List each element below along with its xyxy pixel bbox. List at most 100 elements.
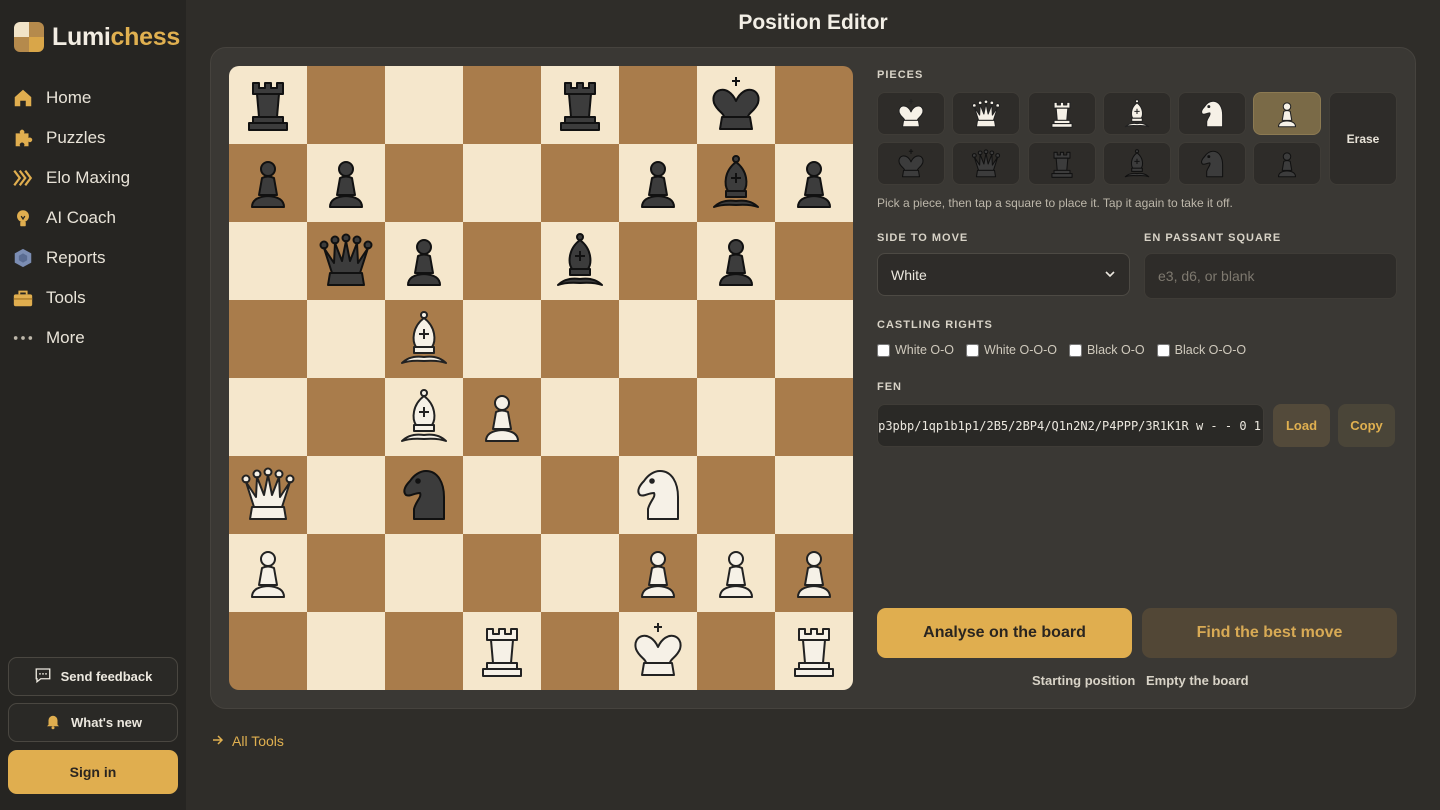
palette-black-pawn-button[interactable] [1253, 142, 1321, 185]
square-e8[interactable] [541, 66, 619, 144]
sidebar-item-tools[interactable]: Tools [0, 278, 186, 318]
palette-white-queen-button[interactable] [952, 92, 1020, 135]
square-f8[interactable] [619, 66, 697, 144]
square-a7[interactable] [229, 144, 307, 222]
square-h8[interactable] [775, 66, 853, 144]
square-g2[interactable] [697, 534, 775, 612]
square-d5[interactable] [463, 300, 541, 378]
square-d6[interactable] [463, 222, 541, 300]
square-b1[interactable] [307, 612, 385, 690]
side-to-move-select[interactable]: White [877, 253, 1130, 296]
square-c4[interactable] [385, 378, 463, 456]
square-e2[interactable] [541, 534, 619, 612]
square-c1[interactable] [385, 612, 463, 690]
square-e5[interactable] [541, 300, 619, 378]
square-d3[interactable] [463, 456, 541, 534]
square-g8[interactable] [697, 66, 775, 144]
square-g7[interactable] [697, 144, 775, 222]
copy-fen-button[interactable]: Copy [1338, 404, 1395, 447]
palette-black-knight-button[interactable] [1178, 142, 1246, 185]
palette-white-knight-button[interactable] [1178, 92, 1246, 135]
fen-input[interactable]: p3pbp/1qp1b1p1/2B5/2BP4/Q1n2N2/P4PPP/3R1… [877, 404, 1264, 447]
square-f4[interactable] [619, 378, 697, 456]
square-c8[interactable] [385, 66, 463, 144]
sign-in-button[interactable]: Sign in [8, 750, 178, 794]
palette-black-bishop-button[interactable] [1103, 142, 1171, 185]
square-b2[interactable] [307, 534, 385, 612]
square-c5[interactable] [385, 300, 463, 378]
square-d7[interactable] [463, 144, 541, 222]
square-e7[interactable] [541, 144, 619, 222]
square-h5[interactable] [775, 300, 853, 378]
square-h6[interactable] [775, 222, 853, 300]
square-a8[interactable] [229, 66, 307, 144]
sidebar-item-home[interactable]: Home [0, 78, 186, 118]
square-b7[interactable] [307, 144, 385, 222]
erase-button[interactable]: Erase [1329, 92, 1397, 185]
square-f1[interactable] [619, 612, 697, 690]
palette-white-pawn-button[interactable] [1253, 92, 1321, 135]
chessboard[interactable] [229, 66, 853, 690]
sidebar-item-puzzles[interactable]: Puzzles [0, 118, 186, 158]
square-d4[interactable] [463, 378, 541, 456]
square-e6[interactable] [541, 222, 619, 300]
palette-white-rook-button[interactable] [1028, 92, 1096, 135]
palette-white-king-button[interactable] [877, 92, 945, 135]
palette-black-king-button[interactable] [877, 142, 945, 185]
square-f2[interactable] [619, 534, 697, 612]
square-a4[interactable] [229, 378, 307, 456]
all-tools-link[interactable]: All Tools [212, 733, 284, 749]
square-e1[interactable] [541, 612, 619, 690]
square-g4[interactable] [697, 378, 775, 456]
logo[interactable]: Lumichess [14, 22, 180, 52]
analyse-button[interactable]: Analyse on the board [877, 608, 1132, 658]
square-f3[interactable] [619, 456, 697, 534]
square-g6[interactable] [697, 222, 775, 300]
square-a3[interactable] [229, 456, 307, 534]
starting-position-link[interactable]: Starting position [1032, 673, 1135, 688]
square-h2[interactable] [775, 534, 853, 612]
square-h1[interactable] [775, 612, 853, 690]
square-c6[interactable] [385, 222, 463, 300]
square-e4[interactable] [541, 378, 619, 456]
square-g3[interactable] [697, 456, 775, 534]
square-g1[interactable] [697, 612, 775, 690]
sidebar-item-reports[interactable]: Reports [0, 238, 186, 278]
square-g5[interactable] [697, 300, 775, 378]
en-passant-input[interactable] [1144, 253, 1397, 299]
square-a2[interactable] [229, 534, 307, 612]
palette-white-bishop-button[interactable] [1103, 92, 1171, 135]
square-b8[interactable] [307, 66, 385, 144]
castling-white-queenside[interactable]: White O-O-O [966, 343, 1057, 357]
square-b5[interactable] [307, 300, 385, 378]
castling-white-kingside[interactable]: White O-O [877, 343, 954, 357]
empty-board-link[interactable]: Empty the board [1146, 673, 1249, 688]
palette-black-rook-button[interactable] [1028, 142, 1096, 185]
square-a1[interactable] [229, 612, 307, 690]
square-d2[interactable] [463, 534, 541, 612]
sidebar-item-elo-maxing[interactable]: Elo Maxing [0, 158, 186, 198]
square-e3[interactable] [541, 456, 619, 534]
square-c2[interactable] [385, 534, 463, 612]
whats-new-button[interactable]: What's new [8, 703, 178, 742]
square-f5[interactable] [619, 300, 697, 378]
send-feedback-button[interactable]: Send feedback [8, 657, 178, 696]
sidebar-item-ai-coach[interactable]: AI Coach [0, 198, 186, 238]
palette-black-queen-button[interactable] [952, 142, 1020, 185]
sidebar-item-more[interactable]: More [0, 318, 186, 358]
square-a6[interactable] [229, 222, 307, 300]
square-a5[interactable] [229, 300, 307, 378]
load-fen-button[interactable]: Load [1273, 404, 1330, 447]
castling-black-kingside[interactable]: Black O-O [1068, 343, 1145, 357]
square-h3[interactable] [775, 456, 853, 534]
square-h7[interactable] [775, 144, 853, 222]
castling-black-queenside[interactable]: Black O-O-O [1156, 343, 1246, 357]
castling-checkbox[interactable] [877, 343, 890, 357]
find-best-move-button[interactable]: Find the best move [1142, 608, 1397, 658]
square-f6[interactable] [619, 222, 697, 300]
square-d8[interactable] [463, 66, 541, 144]
square-f7[interactable] [619, 144, 697, 222]
castling-checkbox[interactable] [1068, 343, 1082, 357]
square-h4[interactable] [775, 378, 853, 456]
castling-checkbox[interactable] [1156, 343, 1170, 357]
